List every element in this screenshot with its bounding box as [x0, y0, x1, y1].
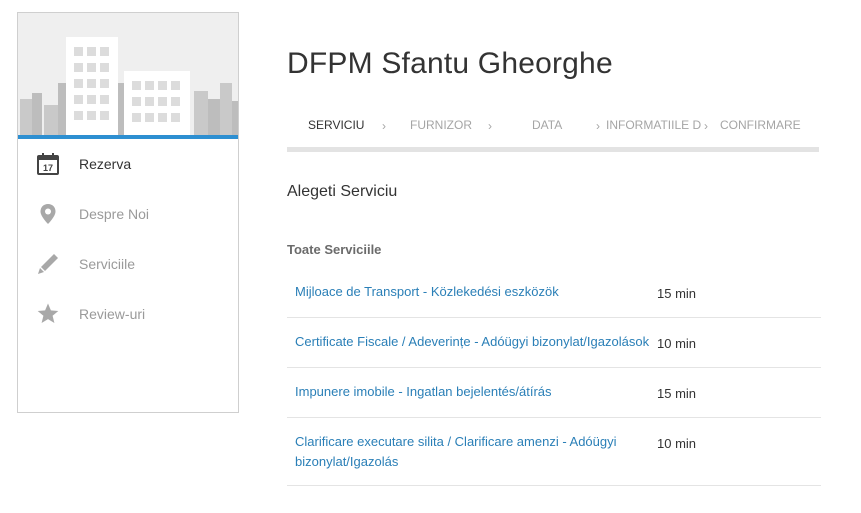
service-row[interactable]: Mijloace de Transport - Közlekedési eszk…: [287, 268, 821, 318]
pencil-icon: [36, 252, 60, 276]
chevron-right-icon: ›: [382, 119, 386, 133]
service-name-link[interactable]: Impunere imobile - Ingatlan bejelentés/á…: [295, 382, 657, 402]
service-name-link[interactable]: Mijloace de Transport - Közlekedési eszk…: [295, 282, 657, 302]
service-name-link[interactable]: Clarificare executare silita / Clarifica…: [295, 432, 657, 472]
booking-steps: SERVICIU › FURNIZOR › DATA › INFORMATIIL…: [287, 108, 819, 152]
calendar-day-number: 17: [43, 163, 53, 173]
step-furnizor[interactable]: FURNIZOR: [410, 118, 472, 132]
services-group-title: Toate Serviciile: [287, 242, 382, 257]
sidebar-item-label: Rezerva: [79, 156, 132, 172]
section-title: Alegeti Serviciu: [287, 183, 398, 200]
step-informatiile[interactable]: INFORMATIILE D: [606, 118, 701, 132]
page-title: DFPM Sfantu Gheorghe: [287, 47, 613, 80]
sidebar-menu: 17 Rezerva Despre Noi Serviciile Review-…: [18, 139, 238, 339]
chevron-right-icon: ›: [704, 119, 708, 133]
step-serviciu[interactable]: SERVICIU: [308, 118, 364, 132]
services-list: Mijloace de Transport - Közlekedési eszk…: [287, 268, 821, 486]
step-confirmare[interactable]: CONFIRMARE: [720, 118, 801, 132]
step-data[interactable]: DATA: [532, 118, 562, 132]
sidebar-item-label: Review-uri: [79, 306, 146, 322]
sidebar-item-despre-noi[interactable]: Despre Noi: [18, 189, 238, 239]
service-duration: 15 min: [657, 286, 697, 301]
chevron-right-icon: ›: [596, 119, 600, 133]
service-duration: 15 min: [657, 386, 697, 401]
star-icon: [36, 302, 60, 326]
service-row[interactable]: Impunere imobile - Ingatlan bejelentés/á…: [287, 368, 821, 418]
sidebar-item-rezerva[interactable]: 17 Rezerva: [18, 139, 238, 189]
sidebar-item-label: Despre Noi: [79, 206, 150, 222]
service-duration: 10 min: [657, 436, 697, 451]
service-duration: 10 min: [657, 336, 697, 351]
map-pin-icon: [36, 202, 60, 226]
city-skyline-icon: [18, 13, 238, 135]
city-banner-illustration: [18, 13, 238, 139]
chevron-right-icon: ›: [488, 119, 492, 133]
sidebar: 17 Rezerva Despre Noi Serviciile Review-…: [17, 12, 239, 413]
service-row[interactable]: Clarificare executare silita / Clarifica…: [287, 418, 821, 486]
sidebar-item-review-uri[interactable]: Review-uri: [18, 289, 238, 339]
calendar-icon: 17: [36, 152, 60, 176]
service-row[interactable]: Certificate Fiscale / Adeverințe - Adóüg…: [287, 318, 821, 368]
sidebar-item-serviciile[interactable]: Serviciile: [18, 239, 238, 289]
sidebar-item-label: Serviciile: [79, 256, 136, 272]
service-name-link[interactable]: Certificate Fiscale / Adeverințe - Adóüg…: [295, 332, 657, 352]
